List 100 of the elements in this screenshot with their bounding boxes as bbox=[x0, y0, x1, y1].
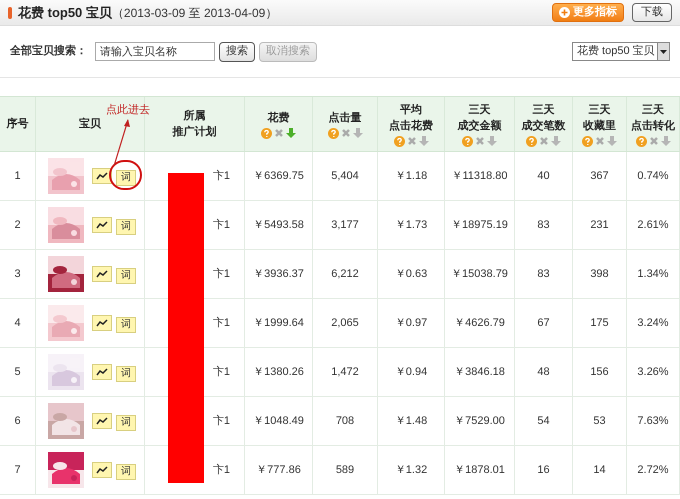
trend-chart-button[interactable] bbox=[92, 413, 112, 429]
table-cell: ￥1.18 bbox=[378, 152, 445, 200]
sort-down-icon[interactable] bbox=[551, 136, 561, 146]
column-header: 序号 bbox=[0, 97, 36, 151]
hide-column-icon[interactable] bbox=[648, 136, 658, 146]
table-cell: 40 bbox=[515, 152, 573, 200]
date-range: （2013-03-09 至 2013-04-09） bbox=[112, 4, 278, 22]
search-label: 全部宝贝搜索： bbox=[10, 44, 87, 60]
hide-column-icon[interactable] bbox=[539, 136, 549, 146]
sort-down-icon[interactable] bbox=[286, 128, 296, 138]
table-cell: 67 bbox=[515, 299, 573, 347]
table-cell: 2.72% bbox=[627, 446, 680, 494]
sort-down-icon[interactable] bbox=[352, 128, 362, 138]
help-icon[interactable] bbox=[328, 128, 338, 138]
hide-column-icon[interactable] bbox=[274, 128, 284, 138]
trend-icon bbox=[96, 417, 108, 425]
dropdown-caret-icon bbox=[657, 43, 669, 60]
trend-icon bbox=[96, 221, 108, 229]
table-cell: ￥3846.18 bbox=[445, 348, 515, 396]
table-cell: 83 bbox=[515, 250, 573, 298]
trend-icon bbox=[96, 368, 108, 376]
table-cell: 0.74% bbox=[627, 152, 680, 200]
table-cell: ￥3936.37 bbox=[245, 250, 313, 298]
table-cell: 1,472 bbox=[313, 348, 378, 396]
keyword-button[interactable]: 词 bbox=[116, 464, 136, 480]
table-cell: 16 bbox=[515, 446, 573, 494]
help-icon[interactable] bbox=[462, 136, 473, 146]
table-cell: ￥1.32 bbox=[378, 446, 445, 494]
sort-down-icon[interactable] bbox=[607, 136, 617, 146]
table-cell: 7 bbox=[0, 446, 36, 494]
plus-icon bbox=[559, 7, 570, 18]
title-marker-icon bbox=[8, 6, 12, 18]
table-cell: ￥1.73 bbox=[378, 201, 445, 249]
help-icon[interactable] bbox=[261, 128, 272, 138]
table-cell: ￥0.94 bbox=[378, 348, 445, 396]
help-icon[interactable] bbox=[526, 136, 537, 146]
trend-chart-button[interactable] bbox=[92, 266, 112, 282]
keyword-button[interactable]: 词 bbox=[116, 268, 136, 284]
trend-chart-button[interactable] bbox=[92, 462, 112, 478]
table-cell: 14 bbox=[573, 446, 627, 494]
table-cell: 398 bbox=[573, 250, 627, 298]
table-cell: ￥0.97 bbox=[378, 299, 445, 347]
download-button[interactable]: 下载 bbox=[632, 3, 672, 22]
view-select[interactable]: 花费 top50 宝贝 bbox=[572, 42, 670, 61]
table-cell: 589 bbox=[313, 446, 378, 494]
column-header: 三天 点击转化 bbox=[627, 97, 680, 151]
table-cell: 6 bbox=[0, 397, 36, 445]
table-cell: 5 bbox=[0, 348, 36, 396]
table-cell: ￥7529.00 bbox=[445, 397, 515, 445]
sort-down-icon[interactable] bbox=[487, 136, 497, 146]
table-cell: 156 bbox=[573, 348, 627, 396]
column-header: 三天 成交金额 bbox=[445, 97, 515, 151]
table-cell: 2,065 bbox=[313, 299, 378, 347]
trend-icon bbox=[96, 319, 108, 327]
hide-column-icon[interactable] bbox=[406, 136, 416, 146]
hide-column-icon[interactable] bbox=[595, 136, 605, 146]
search-field[interactable]: 请输入宝贝名称 bbox=[95, 42, 215, 61]
table-cell: 5,404 bbox=[313, 152, 378, 200]
search-button[interactable]: 搜索 bbox=[219, 42, 255, 62]
table-cell: ￥4626.79 bbox=[445, 299, 515, 347]
keyword-button[interactable]: 词 bbox=[116, 366, 136, 382]
table-cell: 2.61% bbox=[627, 201, 680, 249]
trend-chart-button[interactable] bbox=[92, 168, 112, 184]
column-header: 花费 bbox=[245, 97, 313, 151]
trend-chart-button[interactable] bbox=[92, 217, 112, 233]
table-cell: ￥1048.49 bbox=[245, 397, 313, 445]
trend-chart-button[interactable] bbox=[92, 315, 112, 331]
table-cell: ￥1.48 bbox=[378, 397, 445, 445]
table-cell: 4 bbox=[0, 299, 36, 347]
hide-column-icon[interactable] bbox=[340, 128, 350, 138]
help-icon[interactable] bbox=[582, 136, 593, 146]
table-cell: 3 bbox=[0, 250, 36, 298]
table-cell: ￥11318.80 bbox=[445, 152, 515, 200]
table-cell: ￥1999.64 bbox=[245, 299, 313, 347]
table-cell: ￥0.63 bbox=[378, 250, 445, 298]
trend-icon bbox=[96, 466, 108, 474]
sort-down-icon[interactable] bbox=[418, 136, 428, 146]
table-cell: 7.63% bbox=[627, 397, 680, 445]
table-cell: 2 bbox=[0, 201, 36, 249]
table-cell: 3.24% bbox=[627, 299, 680, 347]
keyword-button[interactable]: 词 bbox=[116, 218, 136, 234]
help-icon[interactable] bbox=[636, 136, 646, 146]
keyword-button[interactable]: 词 bbox=[116, 170, 136, 186]
table-cell: 6,212 bbox=[313, 250, 378, 298]
trend-icon bbox=[96, 270, 108, 278]
keyword-button[interactable]: 词 bbox=[116, 414, 136, 430]
keyword-button[interactable]: 词 bbox=[116, 316, 136, 332]
table-cell: ￥777.86 bbox=[245, 446, 313, 494]
table-cell: 175 bbox=[573, 299, 627, 347]
table-cell: 53 bbox=[573, 397, 627, 445]
panel-title: 花费 top50 宝贝 bbox=[18, 4, 112, 22]
help-icon[interactable] bbox=[394, 136, 404, 146]
table-cell: ￥1878.01 bbox=[445, 446, 515, 494]
trend-chart-button[interactable] bbox=[92, 364, 112, 380]
table-cell: 54 bbox=[515, 397, 573, 445]
sort-down-icon[interactable] bbox=[660, 136, 670, 146]
table-cell: 367 bbox=[573, 152, 627, 200]
hide-column-icon[interactable] bbox=[475, 136, 485, 146]
column-header: 三天 成交笔数 bbox=[515, 97, 573, 151]
table-cell: ￥1380.26 bbox=[245, 348, 313, 396]
